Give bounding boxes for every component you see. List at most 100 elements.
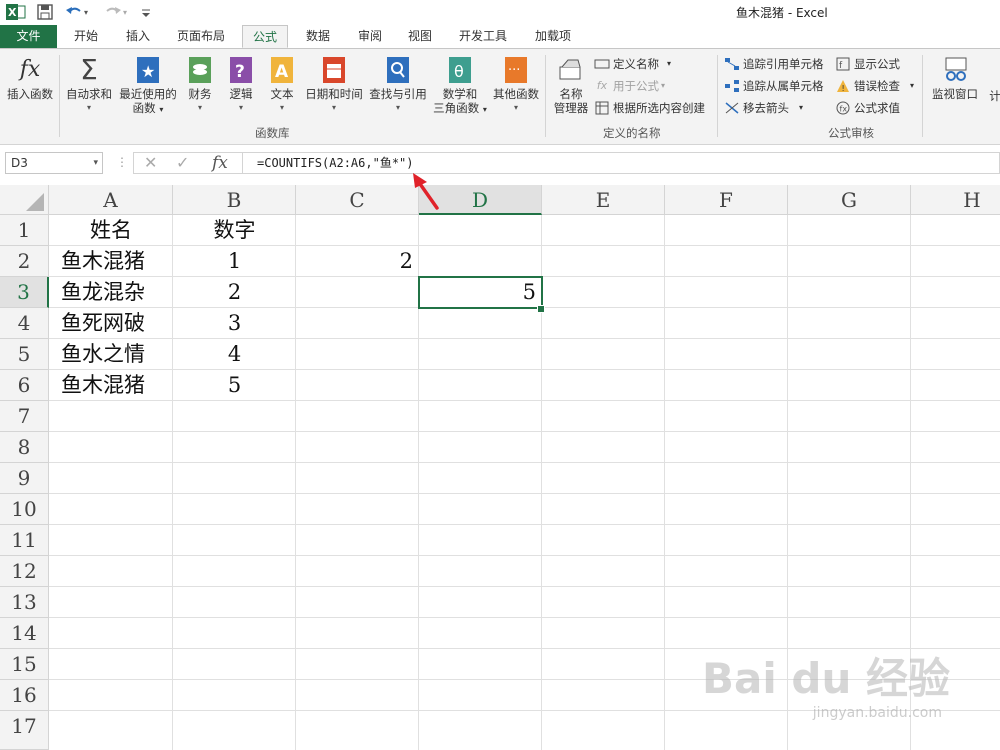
name-box[interactable]: D3 ▾ [5, 152, 103, 174]
tab-data[interactable]: 数据 [296, 25, 340, 48]
logical-button[interactable]: ? 逻辑 ▾ [224, 55, 258, 115]
formula-input[interactable]: =COUNTIFS(A2:A6,"鱼*") [243, 152, 1000, 174]
row-header-15[interactable]: 15 [0, 649, 49, 680]
define-name-button[interactable]: 定义名称 ▾ [594, 55, 671, 73]
cell-a5[interactable]: 鱼水之情 [49, 339, 173, 370]
cell-b3[interactable]: 2 [173, 277, 296, 308]
svg-text:▾: ▾ [123, 8, 127, 17]
row-header-1[interactable]: 1 [0, 215, 49, 246]
save-icon[interactable] [36, 3, 54, 21]
cell-a3[interactable]: 鱼龙混杂 [49, 277, 173, 308]
recently-used-button[interactable]: ★ 最近使用的 函数 ▾ [117, 55, 179, 117]
customize-qat-icon[interactable] [140, 3, 152, 21]
chevron-down-icon: ▾ [910, 81, 915, 90]
column-header-e[interactable]: E [542, 185, 665, 215]
create-from-selection-button[interactable]: 根据所选内容创建 [594, 99, 705, 117]
row-header-11[interactable]: 11 [0, 525, 49, 556]
row-header-2[interactable]: 2 [0, 246, 49, 277]
more-functions-button[interactable]: ··· 其他函数 ▾ [490, 55, 542, 115]
row-header-10[interactable]: 10 [0, 494, 49, 525]
row-header-9[interactable]: 9 [0, 463, 49, 494]
cell-b2[interactable]: 1 [173, 246, 296, 277]
calculation-options-button[interactable]: 计 [988, 89, 1000, 103]
use-in-formula-button[interactable]: fx 用于公式 ▾ [594, 77, 665, 95]
column-header-f[interactable]: F [665, 185, 788, 215]
column-header-a[interactable]: A [49, 185, 173, 215]
watch-window-button[interactable]: 监视窗口 [928, 55, 982, 101]
row-header-17[interactable]: 17 [0, 711, 49, 750]
cell-c2[interactable]: 2 [296, 246, 419, 277]
chevron-down-icon: ▾ [799, 103, 804, 112]
watch-window-label: 监视窗口 [932, 87, 978, 101]
window-title: 鱼木混猪 - Excel [736, 6, 828, 20]
logical-label: 逻辑 [229, 87, 253, 101]
baidu-watermark: Bai du 经验 [702, 654, 950, 703]
cell-a6[interactable]: 鱼木混猪 [49, 370, 173, 401]
excel-logo-icon: X [6, 3, 26, 21]
row-header-5[interactable]: 5 [0, 339, 49, 370]
row-header-3[interactable]: 3 [0, 277, 49, 308]
column-header-b[interactable]: B [173, 185, 296, 215]
row-header-13[interactable]: 13 [0, 587, 49, 618]
tab-formulas[interactable]: 公式 [242, 25, 288, 48]
row-header-8[interactable]: 8 [0, 432, 49, 463]
error-checking-label: 错误检查 [854, 79, 900, 93]
trace-dependents-button[interactable]: 追踪从属单元格 [724, 77, 824, 95]
cell-a2[interactable]: 鱼木混猪 [49, 246, 173, 277]
cell-b6[interactable]: 5 [173, 370, 296, 401]
tab-home[interactable]: 开始 [64, 25, 108, 48]
ribbon-tabs: 文件 开始 插入 页面布局 公式 数据 审阅 视图 开发工具 加载项 [0, 25, 1000, 48]
name-manager-button[interactable]: 名称 管理器 [551, 55, 591, 115]
date-time-button[interactable]: 日期和时间 ▾ [302, 55, 366, 115]
tab-insert[interactable]: 插入 [116, 25, 160, 48]
autosum-button[interactable]: Σ 自动求和 ▾ [62, 55, 116, 115]
cell-a1[interactable]: 姓名 [49, 215, 173, 246]
remove-arrows-button[interactable]: 移去箭头 ▾ [724, 99, 803, 117]
column-header-c[interactable]: C [296, 185, 419, 215]
enter-icon[interactable]: ✓ [176, 153, 189, 173]
tab-review[interactable]: 审阅 [348, 25, 392, 48]
fx-small-icon: fx [596, 79, 608, 92]
tab-developer[interactable]: 开发工具 [450, 25, 516, 48]
svg-text:θ: θ [454, 62, 464, 81]
select-all-button[interactable] [0, 185, 49, 215]
name-manager-label-2: 管理器 [553, 101, 589, 115]
redo-icon[interactable]: ▾ [102, 3, 132, 21]
row-header-12[interactable]: 12 [0, 556, 49, 587]
row-header-16[interactable]: 16 [0, 680, 49, 711]
evaluate-formula-button[interactable]: fx 公式求值 [835, 99, 900, 117]
cell-a4[interactable]: 鱼死网破 [49, 308, 173, 339]
text-button[interactable]: A 文本 ▾ [265, 55, 299, 115]
cell-b4[interactable]: 3 [173, 308, 296, 339]
cell-b1[interactable]: 数字 [173, 215, 296, 246]
math-trig-button[interactable]: θ 数学和 三角函数 ▾ [431, 55, 489, 117]
financial-button[interactable]: 财务 ▾ [183, 55, 217, 115]
trace-precedents-button[interactable]: 追踪引用单元格 [724, 55, 824, 73]
ribbon-divider [59, 55, 60, 137]
tab-view[interactable]: 视图 [398, 25, 442, 48]
financial-label: 财务 [188, 87, 212, 101]
lookup-reference-button[interactable]: 查找与引用 ▾ [367, 55, 429, 115]
cell-b5[interactable]: 4 [173, 339, 296, 370]
use-in-formula-label: 用于公式 [613, 79, 659, 93]
autosum-label: 自动求和 [66, 87, 112, 101]
insert-function-icon[interactable]: fx [212, 153, 228, 173]
svg-text:!: ! [842, 84, 845, 93]
tab-file[interactable]: 文件 [0, 25, 57, 48]
tab-page-layout[interactable]: 页面布局 [170, 25, 232, 48]
row-header-14[interactable]: 14 [0, 618, 49, 649]
row-header-4[interactable]: 4 [0, 308, 49, 339]
name-manager-icon [558, 55, 584, 85]
show-formulas-button[interactable]: f 显示公式 [835, 55, 900, 73]
tab-add-ins[interactable]: 加载项 [524, 25, 582, 48]
error-checking-button[interactable]: ! 错误检查 ▾ [835, 77, 914, 95]
insert-function-button[interactable]: fx 插入函数 [4, 55, 56, 102]
column-header-h[interactable]: H [911, 185, 1000, 215]
row-header-7[interactable]: 7 [0, 401, 49, 432]
column-header-g[interactable]: G [788, 185, 911, 215]
title-bar: X ▾ ▾ 鱼木混猪 - Excel [0, 0, 1000, 25]
row-header-6[interactable]: 6 [0, 370, 49, 401]
cancel-icon[interactable]: ✕ [144, 153, 157, 173]
fill-handle[interactable] [537, 305, 545, 313]
undo-icon[interactable]: ▾ [64, 3, 94, 21]
